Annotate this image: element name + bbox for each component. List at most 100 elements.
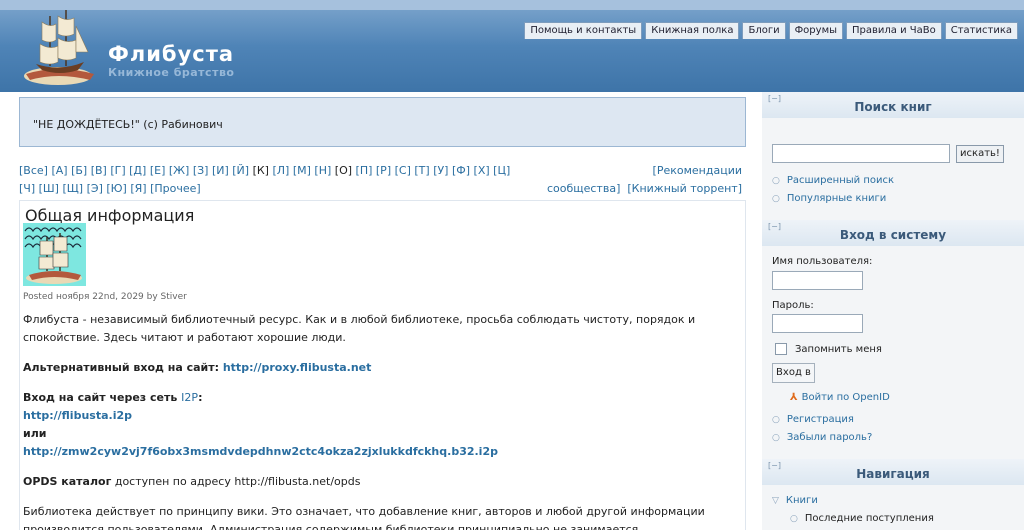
nav-latest-item: ○ Последние поступления [790, 513, 934, 524]
tab-forums[interactable]: Форумы [788, 22, 844, 39]
forgot-password-link[interactable]: Забыли пароль? [787, 432, 872, 443]
alphabet-letter-link[interactable]: [Р] [376, 164, 391, 177]
alphabet-letter-link[interactable]: [Я] [130, 182, 146, 195]
proxy-link[interactable]: http://proxy.flibusta.net [223, 361, 372, 374]
search-block-header: [−] Поиск книг [762, 92, 1024, 118]
recommendations-link-cont[interactable]: сообщества] [547, 182, 620, 195]
quote-text: "НЕ ДОЖДЁТЕСЬ!" (c) Рабинович [33, 118, 223, 131]
openid-icon: ⅄ [790, 392, 798, 403]
alphabet-letter-link[interactable]: [Ч] [19, 182, 35, 195]
alphabet-letter-link[interactable]: [Г] [110, 164, 125, 177]
remember-me-checkbox[interactable] [775, 343, 787, 355]
nav-books-link[interactable]: Книги [786, 495, 818, 506]
alphabet-letter-link[interactable]: [Все] [19, 164, 48, 177]
i2p-b32-link[interactable]: http://zmw2cyw2vj7f6obx3msmdvdepdhnw2ctc… [23, 445, 498, 458]
remember-me-label: Запомнить меня [795, 344, 882, 355]
login-block-title: Вход в систему [839, 228, 947, 242]
popular-books-item: ○ Популярные книги [772, 193, 886, 204]
post-body: Флибуста - независимый библиотечный ресу… [23, 311, 738, 530]
alphabet-letter-link[interactable]: [Д] [129, 164, 146, 177]
tab-bookshelf[interactable]: Книжная полка [645, 22, 740, 39]
alphabet-letter-link[interactable]: [К] [253, 164, 269, 177]
search-input[interactable] [772, 144, 950, 163]
i2p-entry: Вход на сайт через сеть I2P: http://flib… [23, 389, 738, 461]
site-slogan: Книжное братство [108, 66, 235, 79]
alphabet-letter-link[interactable]: [С] [395, 164, 411, 177]
alphabet-letter-link[interactable]: [Ю] [106, 182, 126, 195]
alphabet-letter-link[interactable]: [З] [193, 164, 209, 177]
nav-latest-link[interactable]: Последние поступления [805, 513, 934, 524]
alphabet-letter-link[interactable]: [О] [335, 164, 352, 177]
alphabet-letter-link[interactable]: [Т] [414, 164, 429, 177]
alphabet-letter-link[interactable]: [Б] [71, 164, 87, 177]
search-button[interactable]: искать! [956, 145, 1004, 163]
alphabet-letter-link[interactable]: [Э] [87, 182, 103, 195]
nav-block-header: [−] Навигация [762, 459, 1024, 485]
openid-link[interactable]: Войти по OpenID [802, 392, 890, 403]
search-block-title: Поиск книг [854, 100, 932, 114]
advanced-search-link[interactable]: Расширенный поиск [787, 175, 894, 186]
right-sidebar: [−] Поиск книг искать! ○ Расширенный поис… [762, 92, 1024, 530]
alphabet-letter-link[interactable]: [П] [356, 164, 373, 177]
i2p-colon: : [198, 391, 203, 404]
alphabet-letter-link[interactable]: [В] [91, 164, 107, 177]
site-name[interactable]: Флибуста [108, 42, 234, 66]
register-link[interactable]: Регистрация [787, 414, 854, 425]
openid-item: ⅄ Войти по OpenID [790, 392, 890, 403]
opds-text: доступен по адресу http://flibusta.net/o… [111, 475, 361, 488]
alphabet-letter-link[interactable]: [Й] [232, 164, 249, 177]
login-button[interactable]: Вход в [772, 363, 815, 383]
bullet-icon: ○ [790, 514, 798, 524]
username-field[interactable] [772, 271, 863, 290]
post-meta: Posted ноября 22nd, 2029 by Stiver [23, 292, 187, 302]
alphabet-letter-link[interactable]: [Ш] [39, 182, 59, 195]
opds-entry: OPDS каталог доступен по адресу http://f… [23, 473, 738, 491]
alphabet-letter-link[interactable]: [Ц] [493, 164, 510, 177]
ship-logo-icon[interactable] [20, 6, 98, 88]
alphabet-index: [Все] [А] [Б] [В] [Г] [Д] [Е] [Ж] [З] [И… [19, 162, 539, 198]
ship-icon [23, 223, 86, 286]
i2p-label: Вход на сайт через сеть [23, 391, 182, 404]
book-torrent-link[interactable]: [Книжный торрент] [627, 182, 742, 195]
alphabet-letter-link[interactable]: [М] [293, 164, 311, 177]
opds-label: OPDS каталог [23, 475, 112, 488]
tab-rules-faq[interactable]: Правила и ЧаВо [846, 22, 942, 39]
alphabet-letter-link[interactable]: [Л] [272, 164, 289, 177]
tab-statistics[interactable]: Статистика [944, 22, 1018, 39]
tab-help[interactable]: Помощь и контакты [524, 22, 643, 39]
bullet-icon: ○ [772, 176, 780, 186]
password-label: Пароль: [772, 300, 814, 311]
quote-box: "НЕ ДОЖДЁТЕСЬ!" (c) Рабинович [19, 97, 746, 147]
expand-triangle-icon: ▽ [772, 496, 779, 506]
register-item: ○ Регистрация [772, 414, 854, 425]
tab-blogs[interactable]: Блоги [742, 22, 786, 39]
alphabet-letter-link[interactable]: [Ф] [452, 164, 470, 177]
alphabet-letter-link[interactable]: [Е] [150, 164, 166, 177]
bullet-icon: ○ [772, 433, 780, 443]
login-block-header: [−] Вход в систему [762, 220, 1024, 246]
primary-tabs: Помощь и контакты Книжная полка Блоги Фо… [524, 22, 1018, 39]
alt-entry-label: Альтернативный вход на сайт: [23, 361, 219, 374]
alt-entry: Альтернативный вход на сайт: http://prox… [23, 359, 738, 377]
alphabet-row: [Ч] [Ш] [Щ] [Э] [Ю] [Я] [Прочее] [19, 180, 539, 198]
alphabet-letter-link[interactable]: [А] [51, 164, 67, 177]
site-header: Флибуста Книжное братство Помощь и конта… [0, 0, 1024, 92]
alphabet-row: [Все] [А] [Б] [В] [Г] [Д] [Е] [Ж] [З] [И… [19, 162, 539, 180]
header-top-band [0, 0, 1024, 10]
recommendations-link[interactable]: [Рекомендации [653, 164, 742, 177]
popular-books-link[interactable]: Популярные книги [787, 193, 886, 204]
password-field[interactable] [772, 314, 863, 333]
alphabet-letter-link[interactable]: [Н] [314, 164, 331, 177]
bullet-icon: ○ [772, 194, 780, 204]
alphabet-letter-link[interactable]: [Прочее] [150, 182, 201, 195]
alphabet-letter-link[interactable]: [Ж] [169, 164, 189, 177]
i2p-link[interactable]: http://flibusta.i2p [23, 409, 132, 422]
community-links: [Рекомендации сообщества] [Книжный торре… [538, 162, 742, 198]
alphabet-letter-link[interactable]: [И] [212, 164, 229, 177]
alphabet-letter-link[interactable]: [У] [433, 164, 448, 177]
intro-text: Флибуста - независимый библиотечный ресу… [23, 313, 696, 344]
alphabet-letter-link[interactable]: [Х] [474, 164, 490, 177]
alphabet-letter-link[interactable]: [Щ] [62, 182, 83, 195]
i2p-wiki-link[interactable]: I2P [181, 391, 198, 404]
or-text: или [23, 427, 47, 440]
